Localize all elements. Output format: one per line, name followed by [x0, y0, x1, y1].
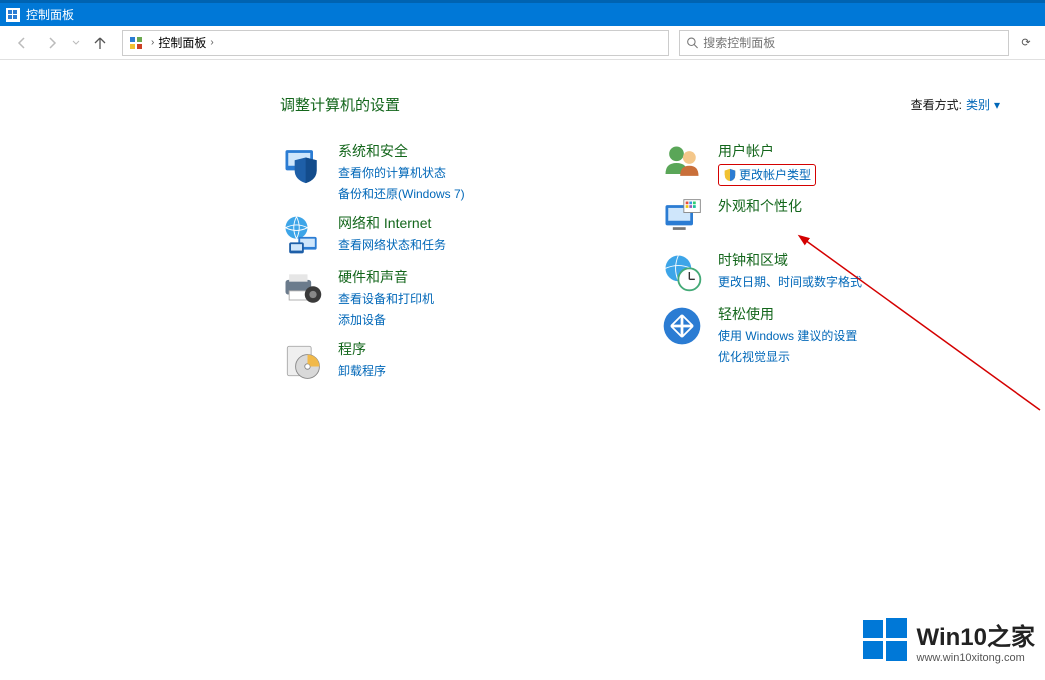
- category-column-right: 用户帐户 更改帐户类型: [660, 141, 980, 383]
- view-by-value[interactable]: 类别: [966, 96, 990, 113]
- page-heading: 调整计算机的设置: [280, 94, 400, 115]
- category-appearance: 外观和个性化: [660, 196, 980, 240]
- sublink[interactable]: 更改帐户类型: [739, 166, 811, 184]
- sublink[interactable]: 添加设备: [338, 311, 434, 329]
- window-titlebar: 控制面板: [0, 0, 1045, 26]
- content-area: 调整计算机的设置 查看方式: 类别 ▾ 系统和安全: [0, 60, 1045, 680]
- category-programs: 程序 卸载程序: [280, 339, 600, 383]
- recent-dropdown[interactable]: [70, 31, 82, 55]
- user-accounts-icon: [660, 141, 704, 185]
- sublink[interactable]: 查看你的计算机状态: [338, 164, 465, 182]
- sublink[interactable]: 更改日期、时间或数字格式: [718, 273, 862, 291]
- sublink[interactable]: 查看设备和打印机: [338, 290, 434, 308]
- view-by-label: 查看方式:: [911, 96, 962, 113]
- control-panel-address-icon: [127, 34, 145, 52]
- category-system-security: 系统和安全 查看你的计算机状态 备份和还原(Windows 7): [280, 141, 600, 203]
- search-input[interactable]: [703, 36, 1002, 50]
- sublink[interactable]: 卸载程序: [338, 362, 386, 380]
- category-title[interactable]: 轻松使用: [718, 304, 857, 324]
- sublink[interactable]: 查看网络状态和任务: [338, 236, 446, 254]
- category-title[interactable]: 用户帐户: [718, 141, 816, 161]
- chevron-down-icon[interactable]: ▾: [994, 98, 1000, 112]
- watermark-brand: Win10之家: [917, 617, 1035, 652]
- category-title[interactable]: 时钟和区域: [718, 250, 862, 270]
- address-bar[interactable]: › 控制面板 ›: [122, 30, 669, 56]
- category-title[interactable]: 网络和 Internet: [338, 213, 446, 233]
- control-panel-icon: [6, 8, 20, 22]
- sublink[interactable]: 备份和还原(Windows 7): [338, 185, 465, 203]
- sublink[interactable]: 优化视觉显示: [718, 348, 857, 366]
- window-title: 控制面板: [26, 6, 74, 23]
- shield-monitor-icon: [280, 141, 324, 185]
- category-user-accounts: 用户帐户 更改帐户类型: [660, 141, 980, 186]
- printer-speaker-icon: [280, 267, 324, 311]
- category-column-left: 系统和安全 查看你的计算机状态 备份和还原(Windows 7): [280, 141, 600, 383]
- up-button[interactable]: [88, 31, 112, 55]
- watermark-url: www.win10xitong.com: [917, 652, 1035, 664]
- category-title[interactable]: 硬件和声音: [338, 267, 434, 287]
- category-title[interactable]: 程序: [338, 339, 386, 359]
- watermark: Win10之家 www.win10xitong.com: [861, 616, 1035, 664]
- windows-logo-icon: [861, 616, 909, 664]
- globe-network-icon: [280, 213, 324, 257]
- category-title[interactable]: 系统和安全: [338, 141, 465, 161]
- clock-globe-icon: [660, 250, 704, 294]
- refresh-button[interactable]: ⟳: [1017, 36, 1035, 49]
- view-by: 查看方式: 类别 ▾: [911, 96, 1000, 113]
- appearance-icon: [660, 196, 704, 240]
- uac-shield-icon: [723, 168, 737, 182]
- back-button[interactable]: [10, 31, 34, 55]
- forward-button[interactable]: [40, 31, 64, 55]
- ease-of-access-icon: [660, 304, 704, 348]
- sublink[interactable]: 使用 Windows 建议的设置: [718, 327, 857, 345]
- change-account-type-link-highlighted[interactable]: 更改帐户类型: [718, 164, 816, 186]
- navigation-bar: › 控制面板 › ⟳: [0, 26, 1045, 60]
- search-box[interactable]: [679, 30, 1009, 56]
- category-network: 网络和 Internet 查看网络状态和任务: [280, 213, 600, 257]
- breadcrumb-sep-icon[interactable]: ›: [149, 37, 156, 48]
- category-title[interactable]: 外观和个性化: [718, 196, 802, 216]
- category-clock: 时钟和区域 更改日期、时间或数字格式: [660, 250, 980, 294]
- breadcrumb-root[interactable]: 控制面板: [156, 34, 208, 51]
- search-icon: [686, 36, 699, 50]
- disc-box-icon: [280, 339, 324, 383]
- category-ease-of-access: 轻松使用 使用 Windows 建议的设置 优化视觉显示: [660, 304, 980, 366]
- category-hardware: 硬件和声音 查看设备和打印机 添加设备: [280, 267, 600, 329]
- breadcrumb-sep-icon[interactable]: ›: [208, 37, 215, 48]
